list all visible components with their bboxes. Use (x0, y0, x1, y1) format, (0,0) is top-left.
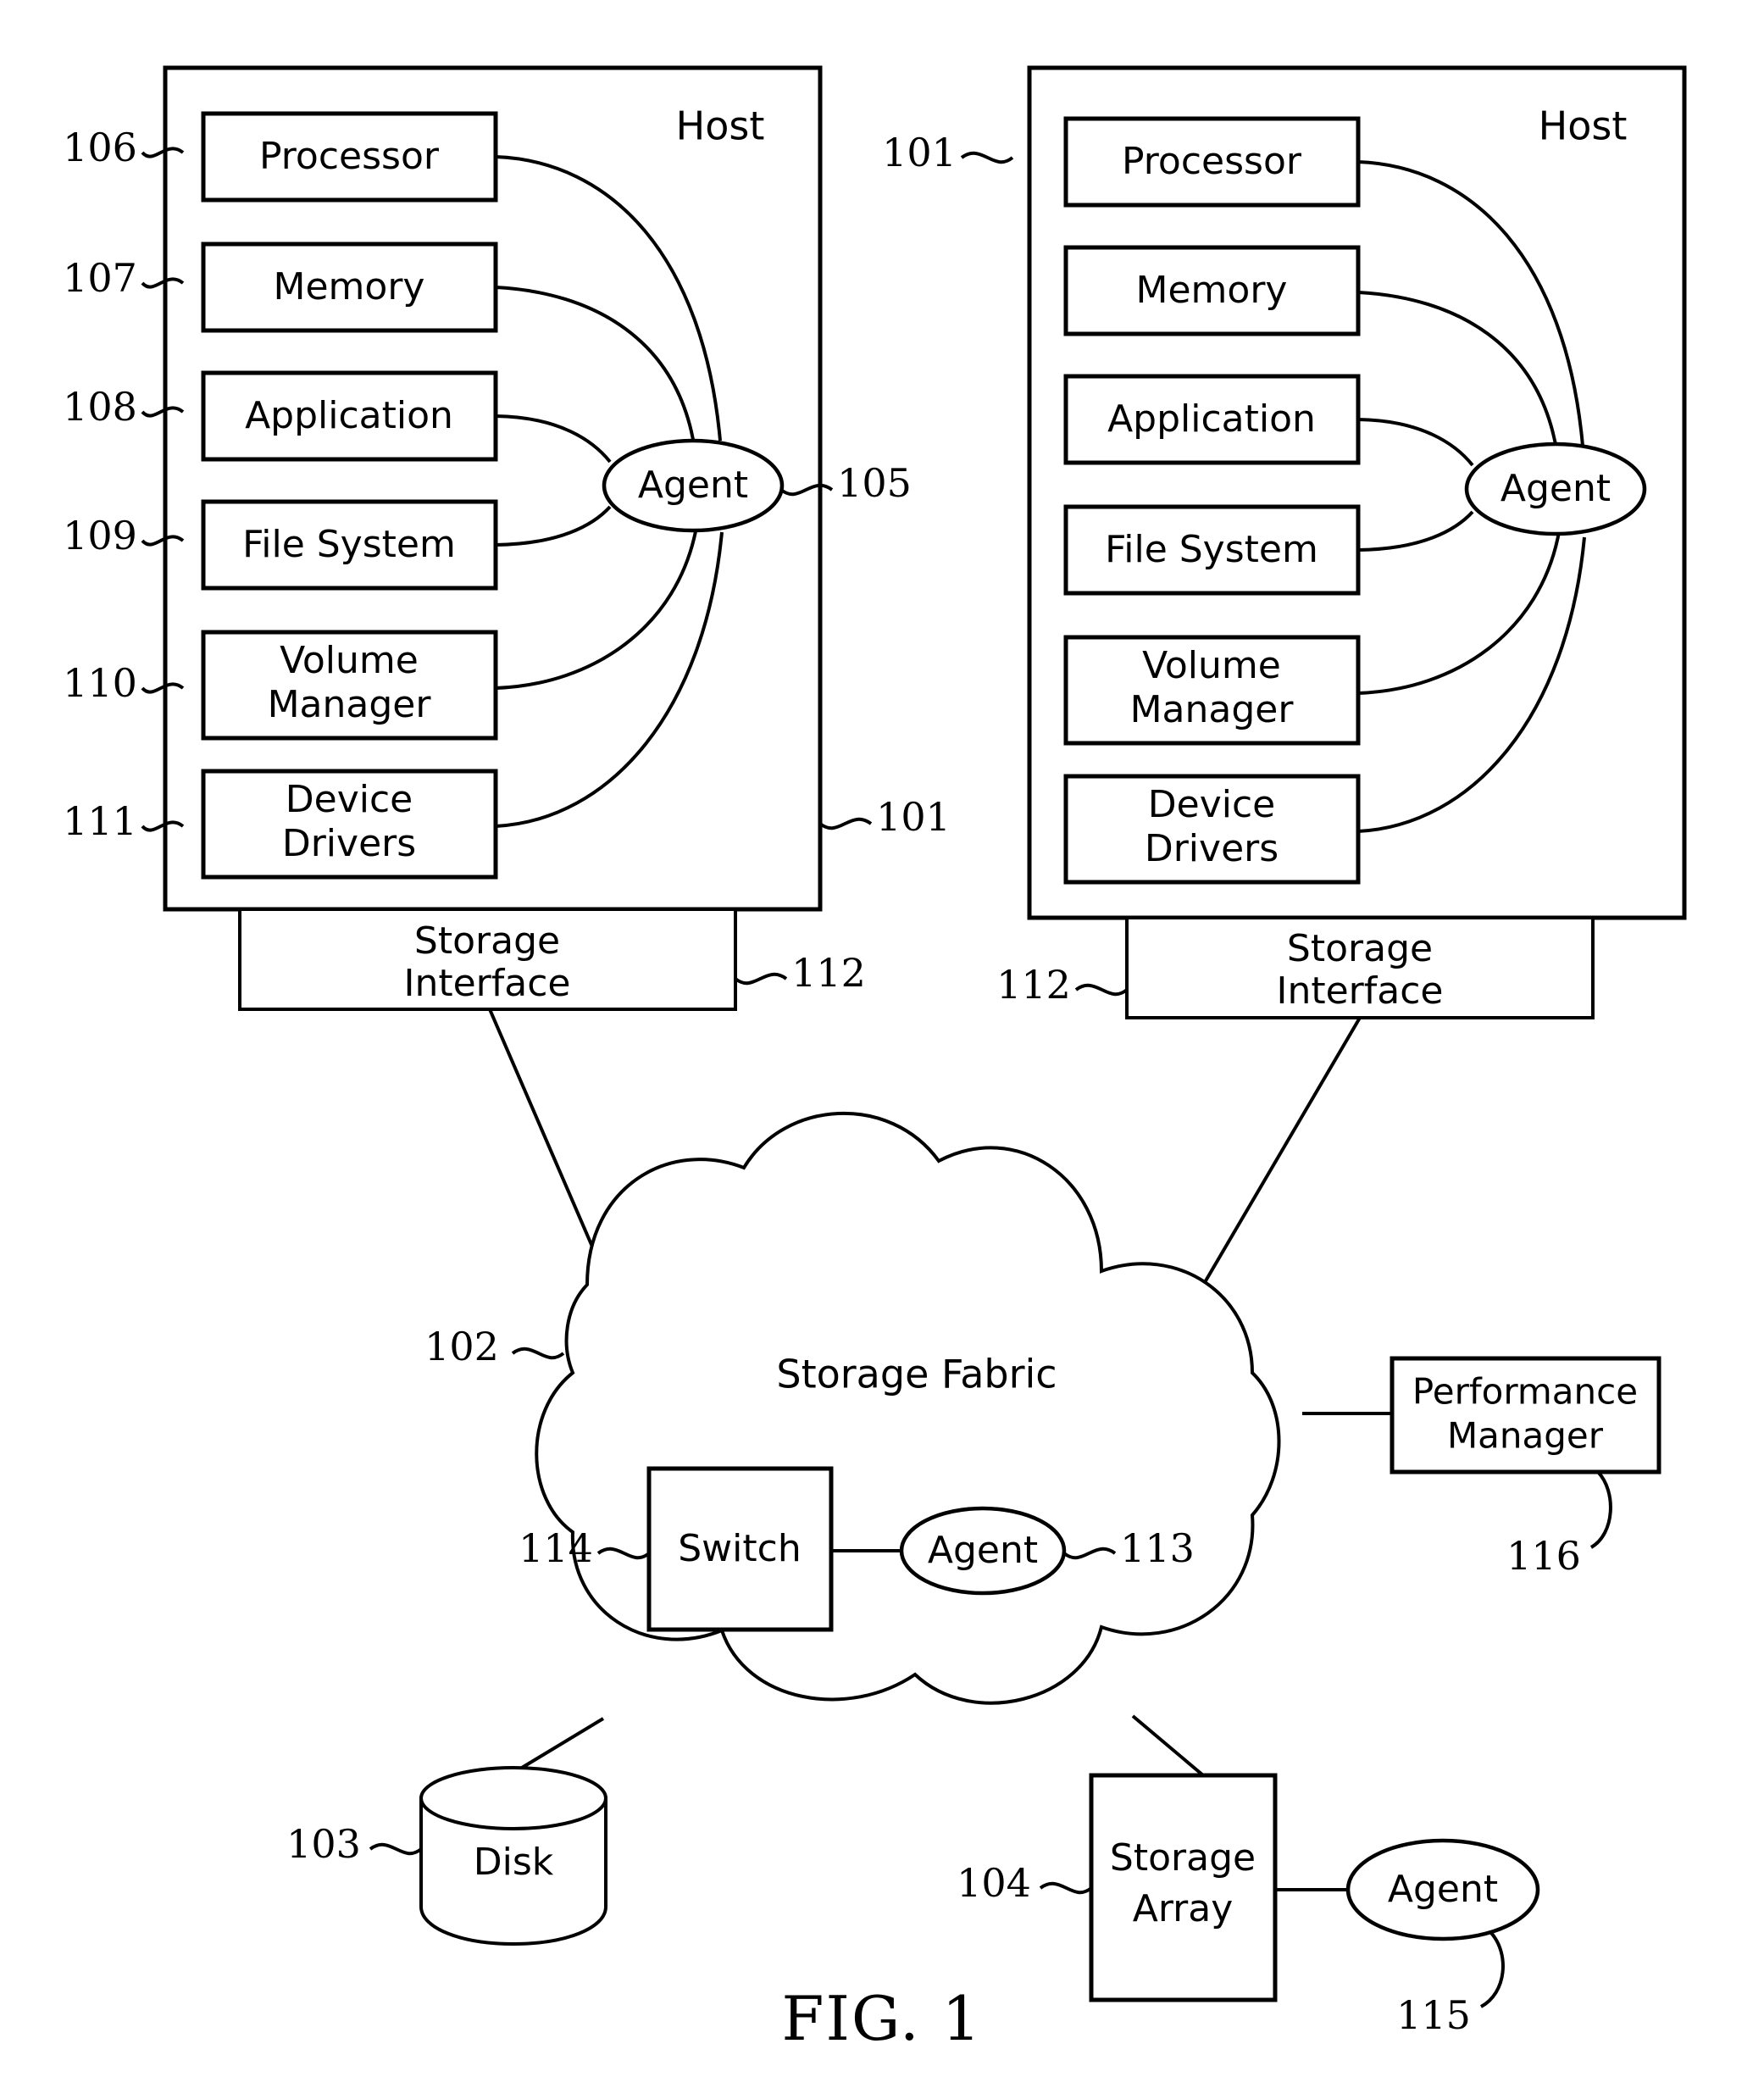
storage-array-line2: Array (1133, 1887, 1234, 1930)
host-left-agent-label: Agent (638, 464, 748, 507)
leader-112-left (734, 972, 788, 986)
ref-107: 107 (63, 255, 137, 301)
storage-array-group: Storage Array Agent 104 115 (957, 1773, 1540, 2038)
host-right-label-memory: Memory (1136, 269, 1288, 312)
figure-page: Host Processor Memory Application File S… (0, 0, 1764, 2077)
host-left-label-application: Application (245, 394, 453, 437)
storage-fabric-title: Storage Fabric (776, 1352, 1057, 1397)
host-left-label-file-system: File System (242, 523, 456, 566)
fabric-agent-label: Agent (928, 1529, 1038, 1572)
host-right-storage-interface-line1: Storage (1287, 927, 1433, 970)
host-left-storage-interface-line2: Interface (404, 962, 571, 1005)
leader-101-right (960, 151, 1014, 164)
ref-106: 106 (63, 125, 137, 170)
ref-113: 113 (1120, 1525, 1195, 1571)
disk-group: Disk 103 (286, 1766, 607, 1946)
host-right-storage-interface-line2: Interface (1277, 969, 1444, 1013)
host-right-group: Host Processor Memory Application File S… (882, 65, 1687, 1019)
ref-116: 116 (1506, 1533, 1581, 1579)
leader-112-right (1074, 983, 1129, 997)
host-right-label-volume-manager-line1: Volume (1142, 644, 1281, 687)
storage-fabric-group: Storage Fabric Switch Agent 114 113 102 (424, 1112, 1281, 1705)
ref-104: 104 (957, 1860, 1031, 1906)
host-left-title: Host (676, 103, 765, 149)
host-left-storage-interface-line1: Storage (414, 919, 560, 963)
link-fabric-to-disk (512, 1717, 605, 1774)
link-fabric-to-storage-array (1131, 1714, 1205, 1777)
host-left-label-volume-manager-line1: Volume (280, 639, 419, 682)
patent-figure-svg: Host Processor Memory Application File S… (63, 65, 1687, 2054)
host-right-label-processor: Processor (1122, 140, 1302, 183)
ref-110: 110 (63, 660, 137, 706)
ref-111: 111 (63, 798, 137, 844)
disk-label: Disk (474, 1841, 554, 1884)
ref-109: 109 (63, 513, 137, 558)
ref-112-right: 112 (996, 962, 1071, 1008)
host-left-label-volume-manager-line2: Manager (268, 683, 432, 726)
leader-103 (369, 1842, 423, 1856)
host-right-label-device-drivers-line2: Drivers (1145, 827, 1279, 870)
host-right-label-application: Application (1107, 397, 1316, 441)
ref-105: 105 (837, 460, 912, 506)
host-right-label-volume-manager-line2: Manager (1130, 688, 1295, 731)
performance-manager-group: Performance Manager 116 (1390, 1356, 1661, 1579)
ref-112-left: 112 (791, 950, 866, 996)
link-left-host-to-fabric (488, 1008, 610, 1285)
switch-label: Switch (678, 1527, 801, 1570)
host-left-label-memory: Memory (274, 265, 425, 308)
host-right-label-device-drivers-line1: Device (1148, 783, 1275, 826)
leader-102 (511, 1347, 565, 1360)
host-right-title: Host (1539, 103, 1628, 149)
storage-array-line1: Storage (1110, 1836, 1256, 1880)
performance-manager-line1: Performance (1412, 1371, 1638, 1413)
ref-101-left: 101 (876, 794, 951, 840)
host-right-agent-label: Agent (1501, 467, 1611, 510)
figure-caption: FIG. 1 (782, 1983, 983, 2054)
leader-115 (1479, 1931, 1505, 2008)
leader-104 (1039, 1881, 1093, 1895)
host-left-group: Host Processor Memory Application File S… (63, 65, 951, 1011)
link-right-host-to-fabric (1200, 1016, 1362, 1290)
ref-114: 114 (519, 1525, 593, 1571)
leader-101-left (818, 817, 873, 830)
host-left-label-device-drivers-line2: Drivers (282, 822, 416, 865)
storage-array-agent-label: Agent (1388, 1868, 1498, 1911)
leader-116 (1589, 1470, 1612, 1549)
host-right-label-file-system: File System (1105, 528, 1318, 571)
ref-108: 108 (63, 384, 137, 430)
ref-103: 103 (286, 1821, 361, 1867)
ref-101-right: 101 (882, 130, 957, 175)
host-left-label-processor: Processor (259, 135, 440, 178)
ref-115: 115 (1396, 1992, 1471, 2038)
disk-cylinder-top (419, 1766, 607, 1830)
ref-102: 102 (424, 1324, 499, 1369)
performance-manager-line2: Manager (1447, 1415, 1604, 1457)
host-left-label-device-drivers-line1: Device (286, 778, 413, 821)
